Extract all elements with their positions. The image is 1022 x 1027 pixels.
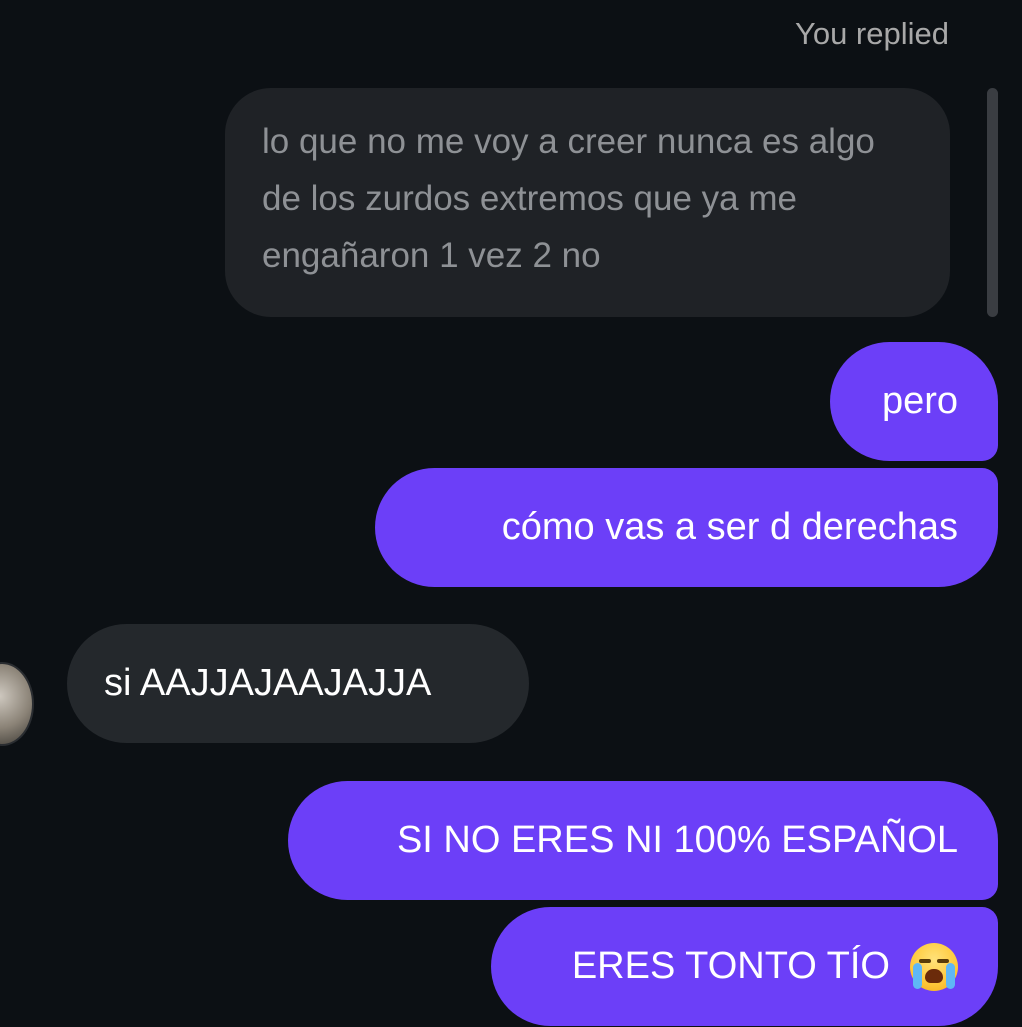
loudly-crying-face-icon xyxy=(910,942,958,991)
message-text: pero xyxy=(881,380,958,422)
outgoing-message-bubble[interactable]: ERES TONTO TÍO xyxy=(491,907,998,1026)
outgoing-message-bubble[interactable]: cómo vas a ser d derechas xyxy=(375,468,998,587)
avatar[interactable] xyxy=(0,662,34,746)
replied-message-text: lo que no me voy a creer nunca es algo d… xyxy=(262,122,875,275)
message-text: si AAJJAJAAJAJJA xyxy=(104,662,432,704)
message-text: SI NO ERES NI 100% ESPAÑOL xyxy=(396,819,958,861)
reply-indicator-bar xyxy=(987,88,998,317)
replied-message-quote[interactable]: lo que no me voy a creer nunca es algo d… xyxy=(225,88,950,317)
incoming-message-bubble[interactable]: si AAJJAJAAJAJJA xyxy=(67,624,529,743)
outgoing-message-bubble[interactable]: SI NO ERES NI 100% ESPAÑOL xyxy=(288,781,998,900)
status-label: You replied xyxy=(795,16,949,51)
message-text: ERES TONTO TÍO xyxy=(571,945,890,987)
message-text: cómo vas a ser d derechas xyxy=(501,506,958,548)
outgoing-message-bubble[interactable]: pero xyxy=(830,342,998,461)
